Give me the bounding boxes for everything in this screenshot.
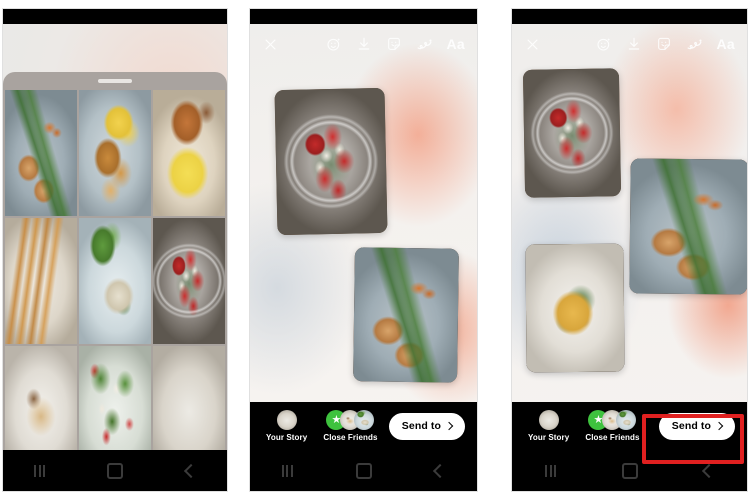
editor-photo-3[interactable] bbox=[525, 243, 625, 373]
phone-panel-gallery bbox=[3, 9, 227, 491]
photo-thumb bbox=[153, 346, 225, 450]
photo-thumb bbox=[79, 218, 151, 344]
phone-panel-editor: Aa Your Story ★ Close Friends Send to bbox=[250, 9, 477, 491]
editor-photo-1[interactable] bbox=[522, 68, 622, 198]
photo-thumb bbox=[5, 346, 77, 450]
draw-icon[interactable] bbox=[416, 24, 433, 64]
photo-thumb bbox=[153, 218, 225, 344]
send-to-button[interactable]: Send to bbox=[658, 412, 735, 440]
text-icon[interactable]: Aa bbox=[447, 24, 466, 64]
back-icon[interactable] bbox=[433, 463, 448, 478]
android-nav-bar bbox=[512, 450, 747, 491]
effects-icon[interactable] bbox=[326, 24, 342, 64]
sticker-icon[interactable] bbox=[656, 24, 672, 64]
send-to-label: Send to bbox=[401, 420, 441, 432]
your-story-option[interactable]: Your Story bbox=[258, 410, 315, 442]
editor-toolbar: Aa bbox=[512, 24, 747, 64]
photo-thumb bbox=[79, 90, 151, 216]
your-story-label: Your Story bbox=[266, 433, 308, 442]
your-story-option[interactable]: Your Story bbox=[520, 410, 577, 442]
phone-panel-editor-highlight: Aa Your Story ★ Close Friends Send to bbox=[512, 9, 747, 491]
photo-thumb bbox=[5, 218, 77, 344]
status-bar bbox=[512, 9, 747, 24]
gallery-screen bbox=[3, 24, 227, 450]
gallery-photo-1[interactable] bbox=[5, 90, 77, 216]
editor-toolbar: Aa bbox=[250, 24, 477, 64]
close-friends-label: Close Friends bbox=[323, 433, 378, 442]
close-friends-option[interactable]: ★ Close Friends bbox=[315, 410, 385, 442]
photo-content bbox=[522, 68, 622, 198]
photo-content bbox=[274, 87, 388, 236]
close-friends-avatars: ★ bbox=[588, 410, 637, 430]
home-icon[interactable] bbox=[355, 462, 372, 479]
recent-apps-icon[interactable] bbox=[34, 464, 46, 477]
gallery-photo-7[interactable] bbox=[5, 346, 77, 450]
android-nav-bar bbox=[3, 450, 227, 491]
close-icon[interactable] bbox=[512, 24, 552, 64]
gallery-grid bbox=[3, 90, 227, 450]
sticker-icon[interactable] bbox=[386, 24, 402, 64]
status-bar bbox=[3, 9, 227, 24]
gallery-photo-2[interactable] bbox=[79, 90, 151, 216]
gallery-photo-8[interactable] bbox=[79, 346, 151, 450]
download-icon[interactable] bbox=[626, 24, 642, 64]
photo-thumb bbox=[153, 90, 225, 216]
photo-content bbox=[525, 243, 625, 373]
toolbar-actions: Aa bbox=[596, 24, 748, 64]
gallery-photo-6[interactable] bbox=[153, 218, 225, 344]
share-bar: Your Story ★ Close Friends Send to bbox=[250, 402, 477, 450]
send-to-button[interactable]: Send to bbox=[388, 412, 465, 440]
home-icon[interactable] bbox=[107, 462, 124, 479]
photo-content bbox=[629, 158, 747, 295]
android-nav-bar bbox=[250, 450, 477, 491]
photo-thumb bbox=[5, 90, 77, 216]
effects-icon[interactable] bbox=[596, 24, 612, 64]
gallery-photo-3[interactable] bbox=[153, 90, 225, 216]
avatar bbox=[616, 410, 637, 430]
editor-photo-2[interactable] bbox=[629, 158, 747, 295]
chevron-right-icon bbox=[714, 421, 724, 431]
text-icon[interactable]: Aa bbox=[717, 24, 736, 64]
your-story-label: Your Story bbox=[528, 433, 570, 442]
back-icon[interactable] bbox=[183, 463, 198, 478]
photo-thumb bbox=[79, 346, 151, 450]
editor-photo-1[interactable] bbox=[274, 87, 388, 236]
drag-handle[interactable] bbox=[98, 79, 132, 83]
send-to-label: Send to bbox=[671, 420, 711, 432]
back-icon[interactable] bbox=[701, 463, 717, 478]
gallery-photo-4[interactable] bbox=[5, 218, 77, 344]
avatar bbox=[354, 410, 375, 430]
share-bar: Your Story ★ Close Friends Send to bbox=[512, 402, 747, 450]
avatar bbox=[276, 410, 297, 430]
avatar bbox=[538, 410, 559, 430]
editor-screen: Aa bbox=[250, 24, 477, 450]
draw-icon[interactable] bbox=[686, 24, 703, 64]
gallery-photo-9[interactable] bbox=[153, 346, 225, 450]
toolbar-actions: Aa bbox=[326, 24, 478, 64]
chevron-right-icon bbox=[444, 421, 454, 431]
gallery-photo-5[interactable] bbox=[79, 218, 151, 344]
photo-content bbox=[353, 247, 459, 383]
recent-apps-icon[interactable] bbox=[281, 464, 293, 477]
screenshot-stage: Aa Your Story ★ Close Friends Send to Aa… bbox=[0, 0, 750, 500]
status-bar bbox=[250, 9, 477, 24]
home-icon[interactable] bbox=[622, 462, 638, 479]
recent-apps-icon[interactable] bbox=[545, 464, 556, 477]
close-friends-avatars: ★ bbox=[326, 410, 375, 430]
close-icon[interactable] bbox=[250, 24, 290, 64]
close-friends-option[interactable]: ★ Close Friends bbox=[577, 410, 647, 442]
close-friends-label: Close Friends bbox=[585, 433, 640, 442]
editor-screen-highlight: Aa bbox=[512, 24, 747, 450]
editor-photo-2[interactable] bbox=[353, 247, 459, 383]
download-icon[interactable] bbox=[356, 24, 372, 64]
gallery-sheet[interactable] bbox=[3, 72, 227, 450]
